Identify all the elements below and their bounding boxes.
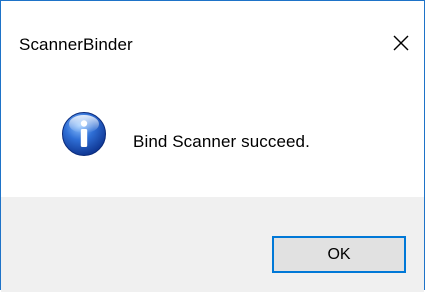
focus-rect: [276, 240, 402, 269]
close-button[interactable]: [378, 23, 424, 63]
ok-button[interactable]: OK: [272, 236, 406, 273]
title-bar[interactable]: ScannerBinder: [1, 1, 424, 85]
window-title: ScannerBinder: [19, 35, 133, 54]
message-text: Bind Scanner succeed.: [133, 132, 310, 151]
info-icon: [61, 111, 107, 157]
close-icon: [393, 35, 409, 51]
message-dialog: ScannerBinder Bind Scanner succeed. OK: [0, 0, 425, 292]
